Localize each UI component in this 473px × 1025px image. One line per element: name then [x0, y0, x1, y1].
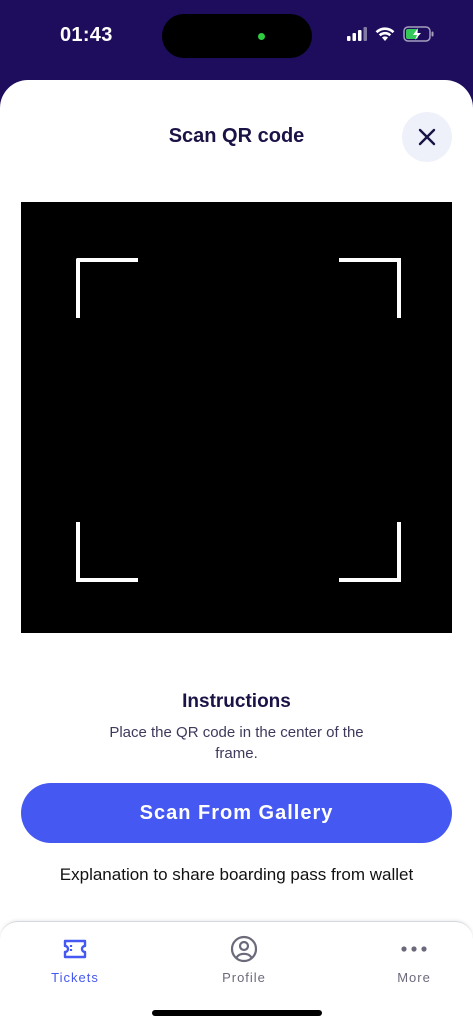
tab-profile[interactable]: Profile	[184, 934, 304, 985]
profile-icon	[230, 935, 258, 963]
ticket-icon	[63, 939, 87, 959]
signal-icon	[347, 27, 367, 41]
frame-corner-bottom-right	[339, 522, 401, 582]
tab-profile-label: Profile	[222, 970, 266, 985]
home-indicator	[152, 1010, 322, 1016]
more-icon	[401, 946, 427, 952]
wifi-icon	[375, 26, 395, 41]
scan-sheet: Scan QR code Instructions Place the QR c…	[0, 80, 473, 1024]
tab-tickets-label: Tickets	[51, 970, 99, 985]
scan-from-gallery-button[interactable]: Scan From Gallery	[21, 783, 452, 843]
status-time: 01:43	[60, 24, 113, 46]
camera-viewfinder	[21, 202, 452, 633]
status-bar: 01:43	[0, 0, 473, 80]
tab-bar: Tickets Profile More	[0, 921, 473, 1025]
battery-charging-icon	[403, 26, 434, 42]
tab-more[interactable]: More	[354, 934, 473, 985]
instructions-text: Place the QR code in the center of the f…	[109, 724, 364, 762]
frame-corner-top-left	[76, 258, 138, 318]
camera-indicator-dot	[258, 33, 265, 40]
tab-tickets[interactable]: Tickets	[15, 934, 135, 985]
close-icon	[418, 128, 436, 146]
status-icons	[347, 26, 435, 42]
tab-more-label: More	[397, 970, 431, 985]
instructions-title: Instructions	[182, 691, 291, 712]
boarding-pass-explanation-link[interactable]: Explanation to share boarding pass from …	[0, 865, 473, 885]
dynamic-island	[162, 14, 312, 58]
frame-corner-top-right	[339, 258, 401, 318]
close-button[interactable]	[402, 112, 452, 162]
frame-corner-bottom-left	[76, 522, 138, 582]
